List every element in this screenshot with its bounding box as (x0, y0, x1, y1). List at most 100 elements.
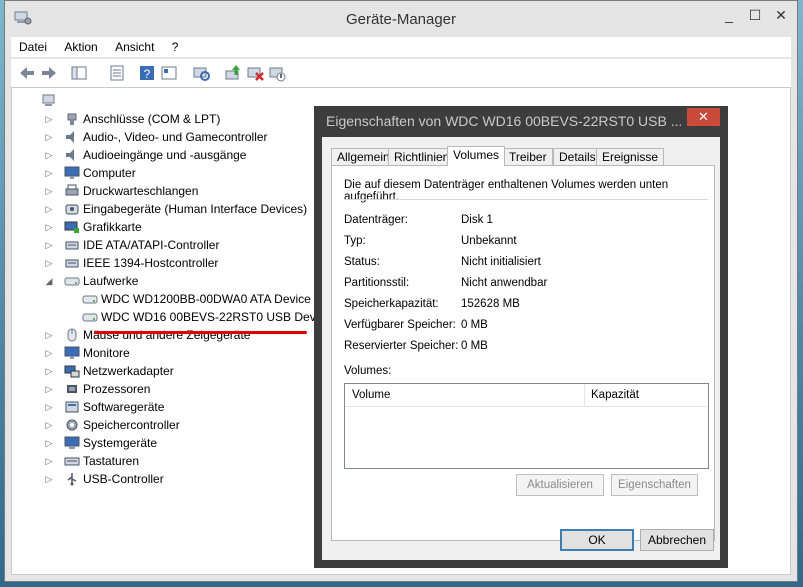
tree-category-item[interactable]: ▷ Anschlüsse (COM & LPT) (12, 110, 312, 128)
expand-arrow-icon[interactable]: ▷ (44, 326, 54, 344)
tree-device-item[interactable]: WDC WD1200BB-00DWA0 ATA Device (12, 290, 312, 308)
expand-arrow-icon[interactable]: ▷ (44, 200, 54, 218)
tree-category-item[interactable]: ▷ Audio-, Video- und Gamecontroller (12, 128, 312, 146)
tree-item-label: WDC WD1200BB-00DWA0 ATA Device (101, 292, 311, 306)
prop-label-partitionsstil: Partitionsstil: (344, 277, 410, 289)
tree-item-label: Mäuse und andere Zeigegeräte (83, 328, 251, 342)
drive-icon (82, 292, 98, 306)
expand-arrow-icon[interactable]: ▷ (44, 254, 54, 272)
tree-category-item[interactable]: ▷ Eingabegeräte (Human Interface Devices) (12, 200, 312, 218)
expand-arrow-icon[interactable]: ▷ (44, 416, 54, 434)
storage-controller-icon (64, 418, 80, 432)
expand-arrow-icon[interactable]: ▷ (44, 218, 54, 236)
update-driver-icon[interactable] (223, 63, 243, 83)
tree-item-label: Netzwerkadapter (83, 364, 174, 378)
expand-arrow-icon[interactable]: ▷ (44, 164, 54, 182)
prop-label-typ: Typ: (344, 235, 366, 247)
expand-arrow-icon[interactable]: ▷ (44, 344, 54, 362)
expand-arrow-icon[interactable]: ▷ (44, 110, 54, 128)
software-device-icon (64, 400, 80, 414)
cancel-button[interactable]: Abbrechen (640, 529, 714, 551)
expand-arrow-icon[interactable]: ▷ (44, 434, 54, 452)
hid-icon (64, 202, 80, 216)
tree-category-item[interactable]: ▷ Monitore (12, 344, 312, 362)
tab-treiber[interactable]: Treiber (503, 148, 553, 165)
ok-button[interactable]: OK (560, 529, 634, 551)
tree-category-item[interactable]: ▷ Netzwerkadapter (12, 362, 312, 380)
tree-category-item[interactable]: ▷ Druckwarteschlangen (12, 182, 312, 200)
expand-arrow-icon[interactable]: ▷ (44, 146, 54, 164)
tree-category-item[interactable]: ◢ Laufwerke (12, 272, 312, 290)
controller-icon (64, 256, 80, 270)
prop-value-status: Nicht initialisiert (461, 256, 541, 268)
column-header-volume[interactable]: Volume (352, 389, 390, 401)
tab-allgemein[interactable]: Allgemein (331, 148, 396, 165)
tab-ereignisse[interactable]: Ereignisse (596, 148, 665, 165)
forward-arrow-icon[interactable] (39, 63, 59, 83)
tree-category-item[interactable]: ▷ IDE ATA/ATAPI-Controller (12, 236, 312, 254)
tree-category-item[interactable]: ▷ USB-Controller (12, 470, 312, 488)
divider (344, 199, 708, 200)
expand-arrow-icon[interactable]: ▷ (44, 452, 54, 470)
tree-category-item[interactable]: ▷ Computer (12, 164, 312, 182)
back-arrow-icon[interactable] (17, 63, 37, 83)
tree-category-item[interactable]: ▷ IEEE 1394-Hostcontroller (12, 254, 312, 272)
expand-arrow-icon[interactable]: ▷ (44, 182, 54, 200)
title-bar[interactable]: Geräte-Manager _ ☐ ✕ (5, 1, 797, 37)
menu-ansicht[interactable]: Ansicht (107, 37, 160, 54)
scan-hardware-icon[interactable] (191, 63, 211, 83)
expand-arrow-icon[interactable]: ▷ (44, 128, 54, 146)
column-divider[interactable] (584, 384, 585, 406)
properties-sheet-icon[interactable] (107, 63, 127, 83)
tree-item-label: Laufwerke (83, 274, 139, 288)
red-highlight-underline (94, 331, 307, 334)
tree-category-item[interactable]: ▷ Speichercontroller (12, 416, 312, 434)
expand-arrow-icon[interactable]: ▷ (44, 398, 54, 416)
tree-category-item[interactable]: ▷ Prozessoren (12, 380, 312, 398)
prop-label-reservierter-speicher: Reservierter Speicher: (344, 340, 459, 352)
dialog-close-button[interactable]: ✕ (687, 108, 720, 126)
monitor-icon (64, 166, 80, 180)
expand-arrow-icon[interactable]: ▷ (44, 236, 54, 254)
uninstall-device-icon[interactable] (245, 63, 265, 83)
tree-category-item[interactable]: ▷ Systemgeräte (12, 434, 312, 452)
controller-icon (64, 238, 80, 252)
volume-properties-button[interactable]: Eigenschaften (611, 474, 698, 496)
tab-richtlinien[interactable]: Richtlinien (388, 148, 456, 165)
show-hide-console-tree-icon[interactable] (69, 63, 89, 83)
expand-arrow-icon[interactable]: ▷ (44, 470, 54, 488)
tree-item-label: Monitore (83, 346, 130, 360)
expand-arrow-icon[interactable]: ▷ (44, 362, 54, 380)
column-header-kapazitaet[interactable]: Kapazität (591, 389, 639, 401)
close-button[interactable]: ✕ (769, 6, 793, 26)
help-icon[interactable]: ? (137, 63, 157, 83)
view-icon[interactable] (159, 63, 179, 83)
dialog-body: Allgemein Richtlinien Volumes Treiber De… (322, 137, 720, 560)
tab-volumes[interactable]: Volumes (447, 146, 506, 166)
tree-category-item[interactable]: ▷ Audioeingänge und -ausgänge (12, 146, 312, 164)
minimize-button[interactable]: _ (717, 6, 741, 26)
printer-icon (64, 184, 80, 198)
tree-item-label: WDC WD16 00BEVS-22RST0 USB Device (101, 310, 332, 324)
maximize-button[interactable]: ☐ (743, 6, 767, 26)
tree-device-item[interactable]: WDC WD16 00BEVS-22RST0 USB Device (12, 308, 331, 326)
display-adapter-icon (64, 220, 80, 234)
tree-category-item[interactable]: ▷ Softwaregeräte (12, 398, 312, 416)
tree-item-label: Speichercontroller (83, 418, 180, 432)
tree-category-item[interactable]: ▷ Grafikkarte (12, 218, 312, 236)
tree-item-label: Druckwarteschlangen (83, 184, 199, 198)
menu-help[interactable]: ? (164, 37, 185, 54)
tree-item-label: Prozessoren (83, 382, 151, 396)
prop-value-verfuegbarer-speicher: 0 MB (461, 319, 488, 331)
volumes-list[interactable]: Volume Kapazität (344, 383, 709, 469)
disable-device-icon[interactable] (267, 63, 287, 83)
tree-category-item[interactable]: ▷ Tastaturen (12, 452, 312, 470)
tree-category-item[interactable]: ▷ Mäuse und andere Zeigegeräte (12, 326, 312, 344)
menu-aktion[interactable]: Aktion (56, 37, 103, 54)
tab-details[interactable]: Details (553, 148, 602, 165)
expand-arrow-icon[interactable]: ▷ (44, 380, 54, 398)
prop-value-datentraeger: Disk 1 (461, 214, 493, 226)
menu-datei[interactable]: Datei (11, 37, 53, 54)
refresh-button[interactable]: Aktualisieren (516, 474, 604, 496)
collapse-arrow-icon[interactable]: ◢ (44, 272, 54, 290)
